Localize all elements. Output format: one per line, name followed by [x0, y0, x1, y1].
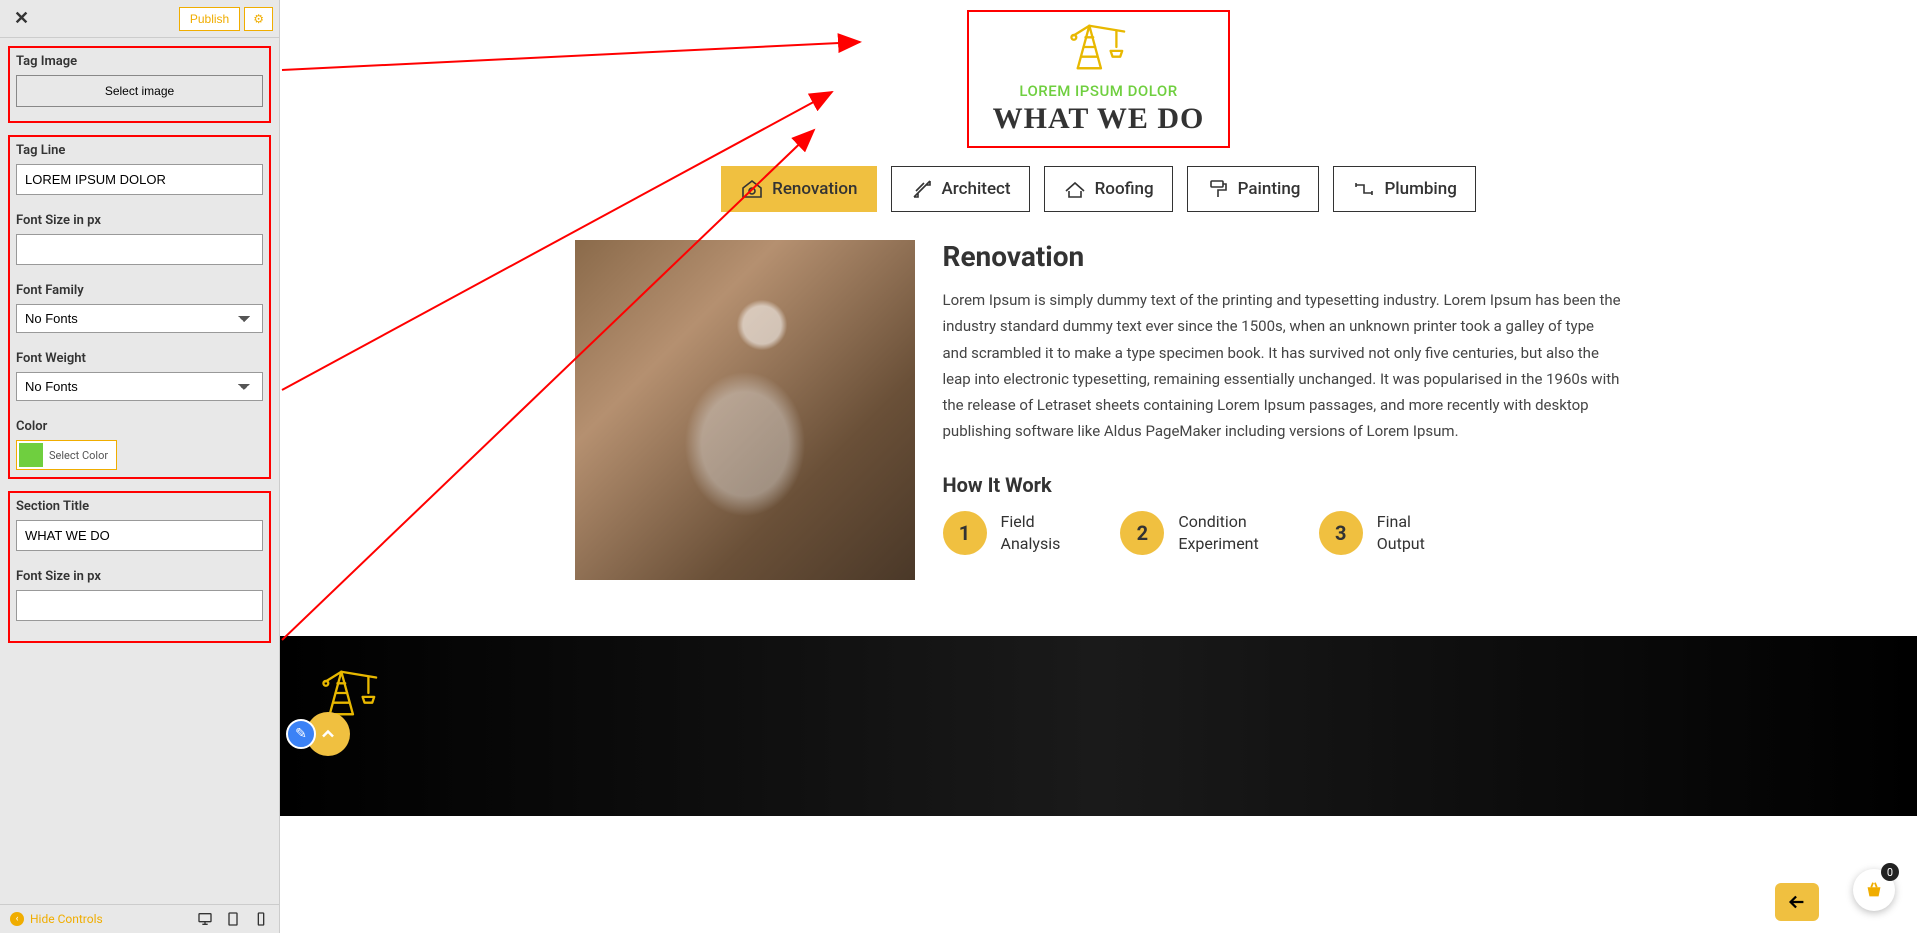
label-tagline-fontsize: Font Size in px	[16, 213, 263, 228]
chevron-left-icon: ‹	[10, 912, 24, 926]
content-text: Renovation Lorem Ipsum is simply dummy t…	[943, 240, 1623, 580]
back-button[interactable]	[1775, 883, 1819, 921]
section-edit-controls: ✎	[286, 712, 350, 756]
preview-section-title: WHAT WE DO	[993, 102, 1205, 136]
tab-plumbing[interactable]: Plumbing	[1333, 166, 1475, 212]
tab-roofing[interactable]: Roofing	[1044, 166, 1173, 212]
tab-label: Architect	[942, 179, 1011, 199]
gear-icon: ⚙	[253, 12, 264, 26]
input-tag-line[interactable]	[16, 164, 263, 195]
cart-button[interactable]: 0	[1853, 869, 1895, 911]
hero-highlight-box: LOREM IPSUM DOLOR WHAT WE DO	[967, 10, 1231, 148]
label-tag-image: Tag Image	[16, 54, 263, 69]
tab-label: Roofing	[1095, 179, 1154, 199]
edit-section-button[interactable]: ✎	[286, 719, 316, 749]
steps-row: 1 FieldAnalysis 2 ConditionExperiment 3 …	[943, 511, 1623, 556]
desktop-icon[interactable]	[197, 911, 213, 927]
label-tag-line: Tag Line	[16, 143, 263, 158]
step-label: FinalOutput	[1377, 511, 1425, 556]
pipe-icon	[1352, 177, 1376, 201]
input-section-title[interactable]	[16, 520, 263, 551]
how-it-works-title: How It Work	[943, 473, 1623, 497]
sidebar-footer: ‹ Hide Controls	[0, 904, 279, 933]
tab-architect[interactable]: Architect	[891, 166, 1030, 212]
label-section-title: Section Title	[16, 499, 263, 514]
select-tagline-fontweight[interactable]: No Fonts	[16, 372, 263, 401]
customizer-sidebar: ✕ Publish ⚙ Tag Image Select image Tag L…	[0, 0, 280, 933]
preview-tag-line: LOREM IPSUM DOLOR	[993, 82, 1205, 100]
sidebar-body: Tag Image Select image Tag Line Font Siz…	[0, 38, 279, 904]
hero-section: LOREM IPSUM DOLOR WHAT WE DO Renovation …	[280, 0, 1917, 816]
step-2: 2 ConditionExperiment	[1120, 511, 1258, 556]
tab-label: Renovation	[772, 179, 857, 199]
tablet-icon[interactable]	[225, 911, 241, 927]
mobile-icon[interactable]	[253, 911, 269, 927]
device-switcher	[197, 911, 269, 927]
label-tagline-color: Color	[16, 419, 263, 434]
hide-controls-label: Hide Controls	[30, 912, 103, 926]
chevron-up-icon	[318, 724, 338, 744]
step-number: 2	[1120, 511, 1164, 555]
dark-section	[280, 636, 1917, 816]
content-paragraph: Lorem Ipsum is simply dummy text of the …	[943, 287, 1623, 445]
header-actions: Publish ⚙	[179, 7, 273, 31]
select-tagline-fontfamily[interactable]: No Fonts	[16, 304, 263, 333]
pencil-icon: ✎	[295, 726, 307, 742]
input-tagline-fontsize[interactable]	[16, 234, 263, 265]
content-row: Renovation Lorem Ipsum is simply dummy t…	[559, 240, 1639, 580]
step-1: 1 FieldAnalysis	[943, 511, 1061, 556]
ruler-icon	[910, 177, 934, 201]
panel-tag-line: Tag Line Font Size in px Font Family No …	[8, 135, 271, 479]
color-button-label: Select Color	[49, 449, 114, 462]
close-button[interactable]: ✕	[6, 4, 37, 33]
crane-icon	[1068, 18, 1130, 76]
tab-painting[interactable]: Painting	[1187, 166, 1320, 212]
preview-area: LOREM IPSUM DOLOR WHAT WE DO Renovation …	[280, 0, 1917, 933]
label-tagline-fontweight: Font Weight	[16, 351, 263, 366]
panel-section-title: Section Title Font Size in px	[8, 491, 271, 643]
step-number: 3	[1319, 511, 1363, 555]
step-number: 1	[943, 511, 987, 555]
tab-renovation[interactable]: Renovation	[721, 166, 876, 212]
arrow-left-icon	[1786, 891, 1808, 913]
select-image-button[interactable]: Select image	[16, 75, 263, 107]
step-3: 3 FinalOutput	[1319, 511, 1425, 556]
tab-label: Plumbing	[1384, 179, 1456, 199]
step-label: FieldAnalysis	[1001, 511, 1061, 556]
hide-controls-button[interactable]: ‹ Hide Controls	[10, 912, 103, 926]
label-tagline-fontfamily: Font Family	[16, 283, 263, 298]
content-heading: Renovation	[943, 240, 1623, 273]
roof-icon	[1063, 177, 1087, 201]
paint-icon	[1206, 177, 1230, 201]
step-label: ConditionExperiment	[1178, 511, 1258, 556]
settings-button[interactable]: ⚙	[244, 7, 273, 31]
service-tabs: Renovation Architect Roofing Painting Pl…	[280, 166, 1917, 212]
color-swatch	[19, 443, 43, 467]
label-sectiontitle-fontsize: Font Size in px	[16, 569, 263, 584]
publish-button[interactable]: Publish	[179, 7, 240, 31]
content-image	[575, 240, 915, 580]
house-icon	[740, 177, 764, 201]
tab-label: Painting	[1238, 179, 1301, 199]
cart-badge: 0	[1881, 863, 1899, 881]
basket-icon	[1863, 879, 1885, 901]
panel-tag-image: Tag Image Select image	[8, 46, 271, 123]
sidebar-header: ✕ Publish ⚙	[0, 0, 279, 38]
input-sectiontitle-fontsize[interactable]	[16, 590, 263, 621]
color-picker-tagline[interactable]: Select Color	[16, 440, 117, 470]
